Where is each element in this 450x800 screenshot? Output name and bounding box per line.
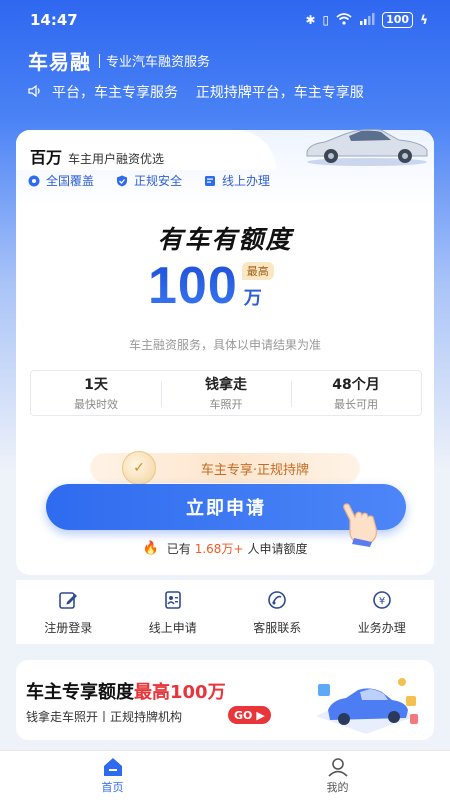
tab-label: 首页 [101, 780, 124, 794]
stat-label: 车照开 [209, 398, 243, 411]
headline: 有车有额度 [157, 225, 293, 254]
quick-action-label: 注册登录 [44, 620, 93, 635]
tab-label: 我的 [326, 780, 349, 794]
quick-action-register[interactable]: 注册登录 [16, 580, 121, 644]
quick-action-label: 线上申请 [148, 620, 197, 635]
stat-value: 钱拿走 [205, 377, 247, 393]
vibrate-icon: ▯ [322, 13, 330, 27]
amount-value: 100 [148, 257, 238, 315]
banner-title-main: 车主专享额度 [26, 682, 134, 703]
feature-label: 全国覆盖 [46, 174, 95, 188]
tab-home[interactable]: 首页 [0, 751, 225, 800]
card-subtitle: 车主用户融资优选 [68, 152, 165, 166]
tab-profile[interactable]: 我的 [225, 751, 450, 800]
stat-label: 最快时效 [74, 398, 118, 411]
banner-subtitle: 钱拿走车照开丨正规持牌机构 [26, 710, 183, 724]
max-amount: 100 最高 万 [148, 260, 282, 312]
edit-icon [59, 591, 78, 609]
signal-icon [359, 12, 375, 28]
disclaimer-text: 车主融资服务，具体以申请结果为准 [128, 338, 321, 352]
bottom-tab-bar: 首页 我的 [0, 750, 450, 800]
card-title: 百万 [30, 148, 63, 167]
quick-action-label: 业务办理 [357, 620, 406, 635]
max-badge: 最高 [241, 262, 274, 280]
car-illustration [306, 129, 428, 166]
brand-tagline: 专业汽车融资服务 [106, 55, 211, 70]
stat-speed: 1天 最快时效 [31, 371, 161, 415]
feature-safe: 正规安全 [116, 172, 182, 189]
headset-icon [268, 590, 287, 609]
brand-header: 车易融 专业汽车融资服务 [28, 46, 210, 75]
quick-action-support[interactable]: 客服联系 [225, 580, 330, 644]
quick-action-label: 客服联系 [253, 620, 302, 635]
stats-row: 1天 最快时效 钱拿走 车照开 48个月 最长可用 [30, 370, 422, 416]
applicants-prefix: 已有 [166, 542, 191, 556]
banner-title-highlight: 最高100万 [134, 682, 226, 703]
yuan-icon: ¥ [372, 590, 391, 609]
brand-name: 车易融 [28, 50, 91, 74]
home-icon [103, 757, 122, 776]
charging-icon: ϟ [420, 13, 428, 27]
feature-label: 线上办理 [222, 174, 271, 188]
badge-shield-icon: ✓ [122, 451, 156, 485]
bluetooth-icon: ✱ [305, 13, 316, 27]
status-time: 14:47 [30, 11, 78, 29]
feature-online: 线上办理 [204, 172, 270, 189]
stat-keep-car: 钱拿走 车照开 [161, 371, 291, 415]
location-icon [28, 175, 40, 186]
battery-indicator: 100 [382, 12, 414, 28]
go-label: GO [234, 708, 253, 722]
stat-value: 1天 [84, 377, 108, 393]
quick-action-business[interactable]: ¥ 业务办理 [330, 580, 435, 644]
car-gift-illustration [316, 678, 418, 734]
quick-actions: 注册登录 线上申请 客服联系 ¥ 业务办理 [16, 580, 434, 644]
document-icon [205, 175, 216, 186]
speaker-icon [28, 84, 42, 100]
stat-value: 48个月 [332, 377, 380, 393]
wifi-icon [336, 12, 352, 28]
user-icon [327, 757, 348, 777]
status-icons: ✱ ▯ 100 ϟ [305, 12, 428, 28]
shield-icon [117, 175, 128, 186]
applicants-count: 🔥 已有 1.68万+ 人申请额度 [16, 540, 434, 557]
loan-offer-card: 百万 车主用户融资优选 全国覆盖 正规安全 线上办理 有车有额度 100 最高 … [16, 129, 434, 575]
stat-label: 最长可用 [334, 398, 378, 411]
notice-marquee[interactable]: 平台，车主专享服务 正规持牌平台，车主专享服 [28, 80, 423, 104]
feature-nationwide: 全国覆盖 [28, 172, 94, 189]
play-arrow-icon: ▶ [256, 708, 265, 722]
amount-unit: 万 [243, 288, 262, 309]
card-title-row: 百万 车主用户融资优选 [30, 144, 164, 168]
promo-pill: ✓ 车主专享·正规持牌 [90, 451, 360, 485]
banner-title: 车主专享额度最高100万 [26, 678, 226, 704]
applicants-suffix: 人申请额度 [247, 542, 308, 556]
form-icon [164, 590, 181, 609]
go-button[interactable]: GO ▶ [228, 706, 271, 724]
status-bar: 14:47 ✱ ▯ 100 ϟ [0, 0, 450, 40]
feature-list: 全国覆盖 正规安全 线上办理 [28, 172, 270, 189]
promo-text: 车主专享·正规持牌 [200, 462, 310, 478]
fire-icon: 🔥 [142, 541, 159, 556]
brand-divider [99, 53, 100, 68]
marquee-text: 平台，车主专享服务 正规持牌平台，车主专享服 [52, 85, 364, 101]
applicants-number: 1.68万+ [194, 542, 244, 556]
feature-label: 正规安全 [134, 174, 183, 188]
promo-banner[interactable]: 车主专享额度最高100万 钱拿走车照开丨正规持牌机构 GO ▶ [16, 660, 434, 740]
quick-action-apply[interactable]: 线上申请 [121, 580, 226, 644]
stat-term: 48个月 最长可用 [291, 371, 421, 415]
svg-text:¥: ¥ [379, 596, 385, 607]
